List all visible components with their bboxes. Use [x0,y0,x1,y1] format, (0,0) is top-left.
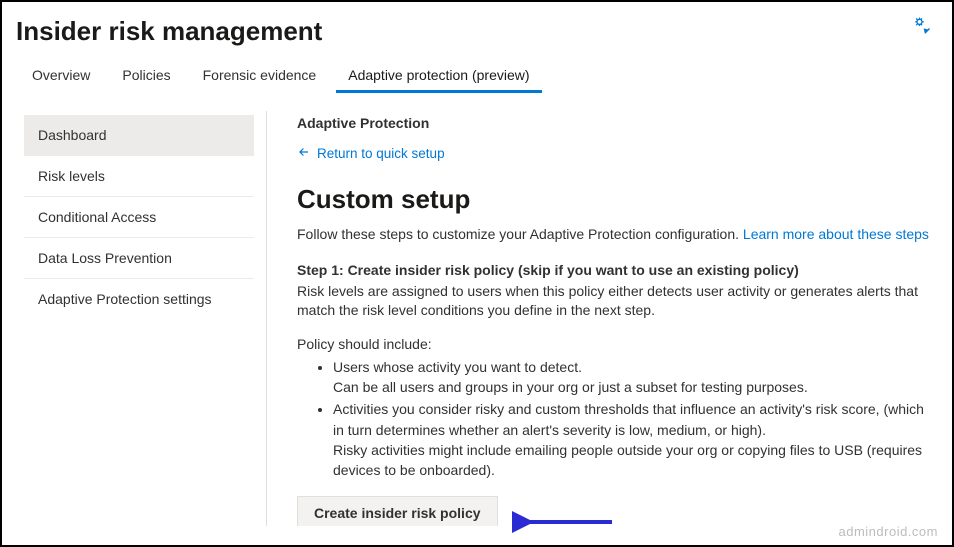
tab-bar: Overview Policies Forensic evidence Adap… [2,55,952,93]
section-title: Adaptive Protection [297,115,932,131]
tab-overview[interactable]: Overview [16,61,106,93]
sidebar-item-dashboard[interactable]: Dashboard [24,115,254,156]
policy-include-list: Users whose activity you want to detect.… [333,357,932,481]
step1-description: Risk levels are assigned to users when t… [297,282,932,321]
learn-more-link[interactable]: Learn more about these steps [743,226,929,242]
main-content: Adaptive Protection Return to quick setu… [267,105,952,526]
description: Follow these steps to customize your Ada… [297,225,932,244]
heading-custom-setup: Custom setup [297,184,932,215]
bullet-subtext: Risky activities might include emailing … [333,440,932,481]
page-title: Insider risk management [16,16,322,47]
sidebar-item-conditional-access[interactable]: Conditional Access [24,197,254,238]
tab-adaptive-protection[interactable]: Adaptive protection (preview) [332,61,545,93]
step1-title: Step 1: Create insider risk policy (skip… [297,262,932,278]
settings-icon[interactable] [912,16,932,41]
sidebar-item-dlp[interactable]: Data Loss Prevention [24,238,254,279]
return-label: Return to quick setup [317,146,445,161]
sidebar-item-risk-levels[interactable]: Risk levels [24,156,254,197]
description-text: Follow these steps to customize your Ada… [297,226,743,242]
create-policy-button[interactable]: Create insider risk policy [297,496,498,526]
sidebar: Dashboard Risk levels Conditional Access… [2,105,267,526]
bullet-text: Users whose activity you want to detect. [333,359,582,375]
watermark: admindroid.com [839,524,939,539]
sidebar-item-adaptive-settings[interactable]: Adaptive Protection settings [24,279,254,319]
list-item: Users whose activity you want to detect.… [333,357,932,398]
arrow-left-icon [297,145,311,162]
policy-include-label: Policy should include: [297,335,932,355]
tab-policies[interactable]: Policies [106,61,186,93]
bullet-subtext: Can be all users and groups in your org … [333,377,932,397]
tab-forensic-evidence[interactable]: Forensic evidence [187,61,333,93]
list-item: Activities you consider risky and custom… [333,399,932,480]
bullet-text: Activities you consider risky and custom… [333,401,924,437]
return-link[interactable]: Return to quick setup [297,145,445,162]
